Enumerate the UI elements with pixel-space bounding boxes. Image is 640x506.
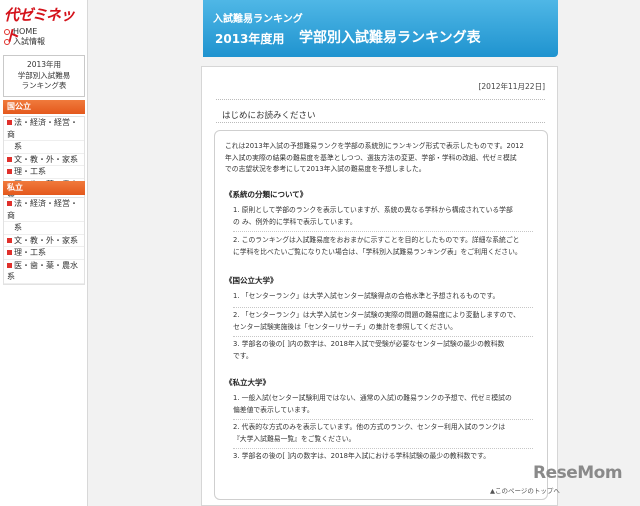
national-item-science[interactable]: 理・工系: [4, 166, 84, 179]
year-box[interactable]: 2013年用 学部別入試難易 ランキング表: [3, 55, 85, 97]
private-item-medical[interactable]: 医・歯・薬・農水系: [4, 260, 84, 284]
national-item-literature[interactable]: 文・教・外・家系: [4, 154, 84, 166]
page-banner: 入試難易ランキング 2013年度用 学部別入試難易ランキング表: [203, 0, 558, 57]
banner-title: 学部別入試難易ランキング表: [299, 30, 481, 46]
notes-box: これは2013年入試の予想難易ランクを学部の系統別にランキング形式で表示したもの…: [214, 130, 548, 500]
section-heading-classification: 《系統の分類について》: [225, 190, 308, 199]
private-note-3: 3. 学部名の後の[ ]内の数字は、2018年入試における学科試験の最少の教科数…: [233, 452, 491, 460]
back-to-top-link[interactable]: ▲このページのトップへ: [490, 485, 560, 495]
top-links: HOME 入試情報: [4, 27, 45, 47]
private-item-law[interactable]: 法・経済・経営・商: [4, 198, 84, 222]
classification-item-1: 1. 原則として学部のランクを表示していますが、系統の異なる学科から構成されてい…: [233, 206, 513, 226]
exam-info-link[interactable]: 入試情報: [4, 37, 45, 47]
private-item-law-cont[interactable]: 系: [4, 222, 84, 235]
divider: [233, 419, 533, 420]
left-sidebar: 代ゼミネット HOME 入試情報 2013年用 学部別入試難易 ランキング表 国…: [0, 0, 88, 506]
square-bullet-icon: [7, 237, 12, 243]
main-panel: [2012年11月22日] はじめにお読みください これは2013年入試の予想難…: [201, 66, 558, 506]
home-link[interactable]: HOME: [4, 27, 45, 37]
banner-subtitle: 入試難易ランキング: [213, 14, 303, 25]
square-bullet-icon: [7, 169, 12, 174]
resemom-watermark: ReseMom: [533, 463, 623, 483]
divider: [233, 336, 533, 337]
classification-item-2: 2. このランキングは入試難易度をおおまかに示すことを目的としたものです。詳細な…: [233, 236, 522, 256]
national-note-1: 1. 「センターランク」は大学入試センター試験得点の合格水準と予想されるものです…: [233, 292, 500, 300]
divider: [233, 231, 533, 232]
national-item-law-cont[interactable]: 系: [4, 141, 84, 154]
divider: [216, 122, 545, 123]
private-header: 私立: [3, 181, 85, 195]
divider: [233, 448, 533, 449]
private-list: 法・経済・経営・商 系 文・教・外・家系 理・工系 医・歯・薬・農水系: [3, 197, 85, 285]
national-note-2: 2. 「センターランク」は大学入試センター試験の実際の問題の難易度により変動しま…: [233, 311, 520, 331]
square-bullet-icon: [7, 120, 12, 125]
intro-paragraph: これは2013年入試の予想難易ランクを学部の系統別にランキング形式で表示したもの…: [225, 142, 524, 173]
circle-bullet-icon: [4, 29, 10, 35]
banner-year: 2013年度用: [215, 32, 285, 46]
square-bullet-icon: [7, 262, 12, 268]
private-item-literature[interactable]: 文・教・外・家系: [4, 235, 84, 247]
square-bullet-icon: [7, 156, 12, 162]
intro-title: はじめにお読みください: [222, 111, 316, 121]
update-date: [2012年11月22日]: [478, 82, 545, 91]
square-bullet-icon: [7, 201, 12, 206]
national-item-law[interactable]: 法・経済・経営・商: [4, 117, 84, 141]
square-bullet-icon: [7, 250, 12, 255]
private-note-2: 2. 代表的な方式のみを表示しています。他の方式のランク、センター利用入試のラン…: [233, 423, 506, 443]
section-heading-national: 《国公立大学》: [225, 276, 278, 285]
national-note-3: 3. 学部名の後の[ ]内の数字は、2018年入試で受験が必要なセンター試験の最…: [233, 340, 505, 360]
private-item-science[interactable]: 理・工系: [4, 247, 84, 260]
circle-bullet-icon: [4, 39, 10, 45]
private-note-1: 1. 一般入試(センター試験利用ではない、通常の入試)の難易ランクの予想で、代ゼ…: [233, 394, 512, 414]
national-header: 国公立: [3, 100, 85, 114]
divider: [216, 99, 545, 100]
section-heading-private: 《私立大学》: [225, 378, 270, 387]
divider: [233, 307, 533, 308]
